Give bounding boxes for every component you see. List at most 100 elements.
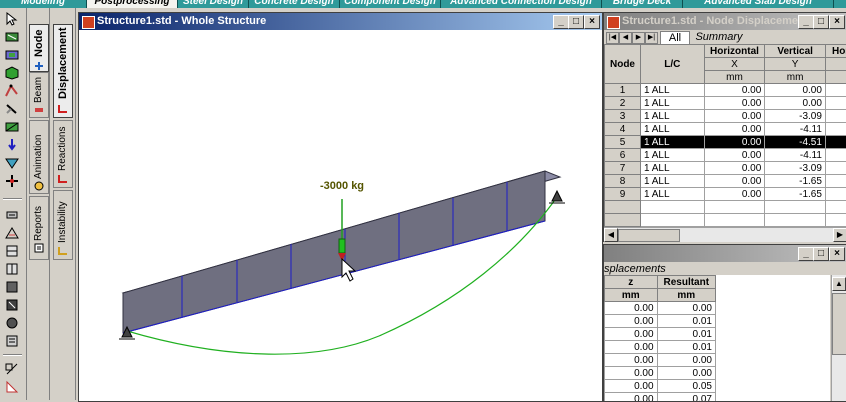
row-horizontal-x[interactable]: 0.00 <box>704 188 765 201</box>
rotate-icon[interactable] <box>4 208 20 222</box>
tab-reports[interactable]: Reports <box>29 196 49 260</box>
row-load-case[interactable]: 1 ALL <box>640 162 704 175</box>
row-resultant[interactable]: 0.00 <box>657 367 715 380</box>
mode-tab-component-design[interactable]: Component Design <box>340 0 441 8</box>
row-z[interactable]: 0.00 <box>605 354 658 367</box>
table-row[interactable]: 11 ALL0.000.00 <box>605 84 846 97</box>
table-row[interactable]: 0.000.00 <box>605 302 716 315</box>
row-horizontal-z[interactable] <box>825 175 846 188</box>
select-plates-icon[interactable] <box>4 48 20 62</box>
mode-tab-modeling[interactable]: Modeling <box>0 0 87 8</box>
scroll-right-button[interactable]: ▶ <box>833 228 846 242</box>
row-resultant[interactable]: 0.00 <box>657 302 715 315</box>
row-load-case[interactable]: 1 ALL <box>640 84 704 97</box>
row-node-id[interactable]: 4 <box>605 123 641 136</box>
node-displacements-titlebar[interactable]: Structure1.std - Node Displacements: _ □… <box>604 13 846 30</box>
row-load-case[interactable]: 1 ALL <box>640 97 704 110</box>
col-header-resultant[interactable]: Resultant <box>657 276 715 289</box>
mode-tab-bridge-deck[interactable]: Bridge Deck <box>602 0 683 8</box>
row-vertical-y[interactable]: -1.65 <box>765 188 826 201</box>
table-row[interactable]: 71 ALL0.00-3.09 <box>605 162 846 175</box>
col-header-z[interactable]: z <box>605 276 658 289</box>
tab-summary[interactable]: Summary <box>690 31 748 43</box>
row-node-id[interactable]: 2 <box>605 97 641 110</box>
row-horizontal-z[interactable] <box>825 149 846 162</box>
row-horizontal-z[interactable] <box>825 136 846 149</box>
select-beams-icon[interactable] <box>4 30 20 44</box>
front-view-icon[interactable] <box>4 244 20 258</box>
col-header-lc[interactable]: L/C <box>640 45 704 84</box>
row-vertical-y[interactable]: -1.65 <box>765 175 826 188</box>
select-loads-icon[interactable] <box>4 138 20 152</box>
table-row[interactable]: 41 ALL0.00-4.11 <box>605 123 846 136</box>
row-node-id[interactable]: 9 <box>605 188 641 201</box>
row-vertical-y[interactable]: -4.51 <box>765 136 826 149</box>
first-tab-button[interactable]: |◀ <box>606 32 619 44</box>
tab-animation[interactable]: Animation <box>29 120 49 194</box>
row-resultant[interactable]: 0.00 <box>657 354 715 367</box>
row-horizontal-z[interactable] <box>825 97 846 110</box>
row-horizontal-x[interactable]: 0.00 <box>704 123 765 136</box>
tab-instability[interactable]: Instability <box>53 190 73 260</box>
top-view-icon[interactable] <box>4 280 20 294</box>
row-resultant[interactable]: 0.01 <box>657 315 715 328</box>
table-row[interactable]: 81 ALL0.00-1.65 <box>605 175 846 188</box>
row-horizontal-x[interactable]: 0.00 <box>704 162 765 175</box>
row-z[interactable]: 0.00 <box>605 341 658 354</box>
table-row[interactable]: 61 ALL0.00-4.11 <box>605 149 846 162</box>
scroll-thumb[interactable] <box>618 229 680 242</box>
row-horizontal-x[interactable]: 0.00 <box>704 175 765 188</box>
row-horizontal-x[interactable]: 0.00 <box>704 149 765 162</box>
horizontal-scrollbar[interactable]: ◀ ▶ <box>604 227 846 242</box>
tab-node[interactable]: Node <box>29 24 49 72</box>
move-icon[interactable] <box>4 174 20 188</box>
tab-beam[interactable]: Beam <box>29 72 49 118</box>
structure-canvas[interactable]: -3000 kg <box>79 31 602 401</box>
table-row[interactable]: 0.000.01 <box>605 315 716 328</box>
select-nodes-icon[interactable] <box>4 12 20 26</box>
select-view-icon[interactable] <box>4 156 20 170</box>
mode-tab-advanced-slab-design[interactable]: Advanced Slab Design <box>683 0 834 8</box>
tab-all[interactable]: All <box>660 31 690 44</box>
row-node-id[interactable]: 3 <box>605 110 641 123</box>
row-horizontal-x[interactable]: 0.00 <box>704 84 765 97</box>
close-button[interactable]: × <box>829 15 845 29</box>
table-row[interactable]: 0.000.01 <box>605 328 716 341</box>
last-tab-button[interactable]: ▶| <box>645 32 658 44</box>
next-tab-button[interactable]: ▶ <box>632 32 645 44</box>
row-z[interactable]: 0.00 <box>605 302 658 315</box>
table-row[interactable]: 0.000.00 <box>605 354 716 367</box>
row-z[interactable]: 0.00 <box>605 328 658 341</box>
table-row[interactable]: 91 ALL0.00-1.65 <box>605 188 846 201</box>
select-supports-icon[interactable] <box>4 120 20 134</box>
prev-tab-button[interactable]: ◀ <box>619 32 632 44</box>
pan-icon[interactable] <box>4 380 20 394</box>
row-horizontal-z[interactable] <box>825 110 846 123</box>
restore-button[interactable]: □ <box>813 15 829 29</box>
row-node-id[interactable]: 1 <box>605 84 641 97</box>
scroll-up-button[interactable]: ▲ <box>832 277 846 291</box>
row-load-case[interactable]: 1 ALL <box>640 149 704 162</box>
select-members-icon[interactable] <box>4 102 20 116</box>
tab-reactions[interactable]: Reactions <box>53 120 73 188</box>
scroll-left-button[interactable]: ◀ <box>604 228 618 242</box>
table-row[interactable]: 51 ALL0.00-4.51 <box>605 136 846 149</box>
mode-tab-advanced-connection-design[interactable]: Advanced Connection Design <box>441 0 602 8</box>
row-vertical-y[interactable]: 0.00 <box>765 84 826 97</box>
table-row[interactable]: 21 ALL0.000.00 <box>605 97 846 110</box>
side-view-icon[interactable] <box>4 262 20 276</box>
zoom-icon[interactable] <box>4 362 20 376</box>
table-row[interactable]: 31 ALL0.00-3.09 <box>605 110 846 123</box>
row-horizontal-z[interactable] <box>825 84 846 97</box>
row-z[interactable]: 0.00 <box>605 367 658 380</box>
close-button[interactable]: × <box>584 15 600 29</box>
mode-tab-more[interactable] <box>834 0 846 8</box>
row-load-case[interactable]: 1 ALL <box>640 188 704 201</box>
resultant-window-titlebar[interactable]: _ □ × <box>604 245 846 262</box>
row-horizontal-z[interactable] <box>825 188 846 201</box>
row-node-id[interactable]: 6 <box>605 149 641 162</box>
row-z[interactable]: 0.00 <box>605 380 658 393</box>
vertical-scrollbar[interactable]: ▲ <box>831 275 846 401</box>
row-vertical-y[interactable]: 0.00 <box>765 97 826 110</box>
mode-tab-concrete-design[interactable]: Concrete Design <box>249 0 340 8</box>
